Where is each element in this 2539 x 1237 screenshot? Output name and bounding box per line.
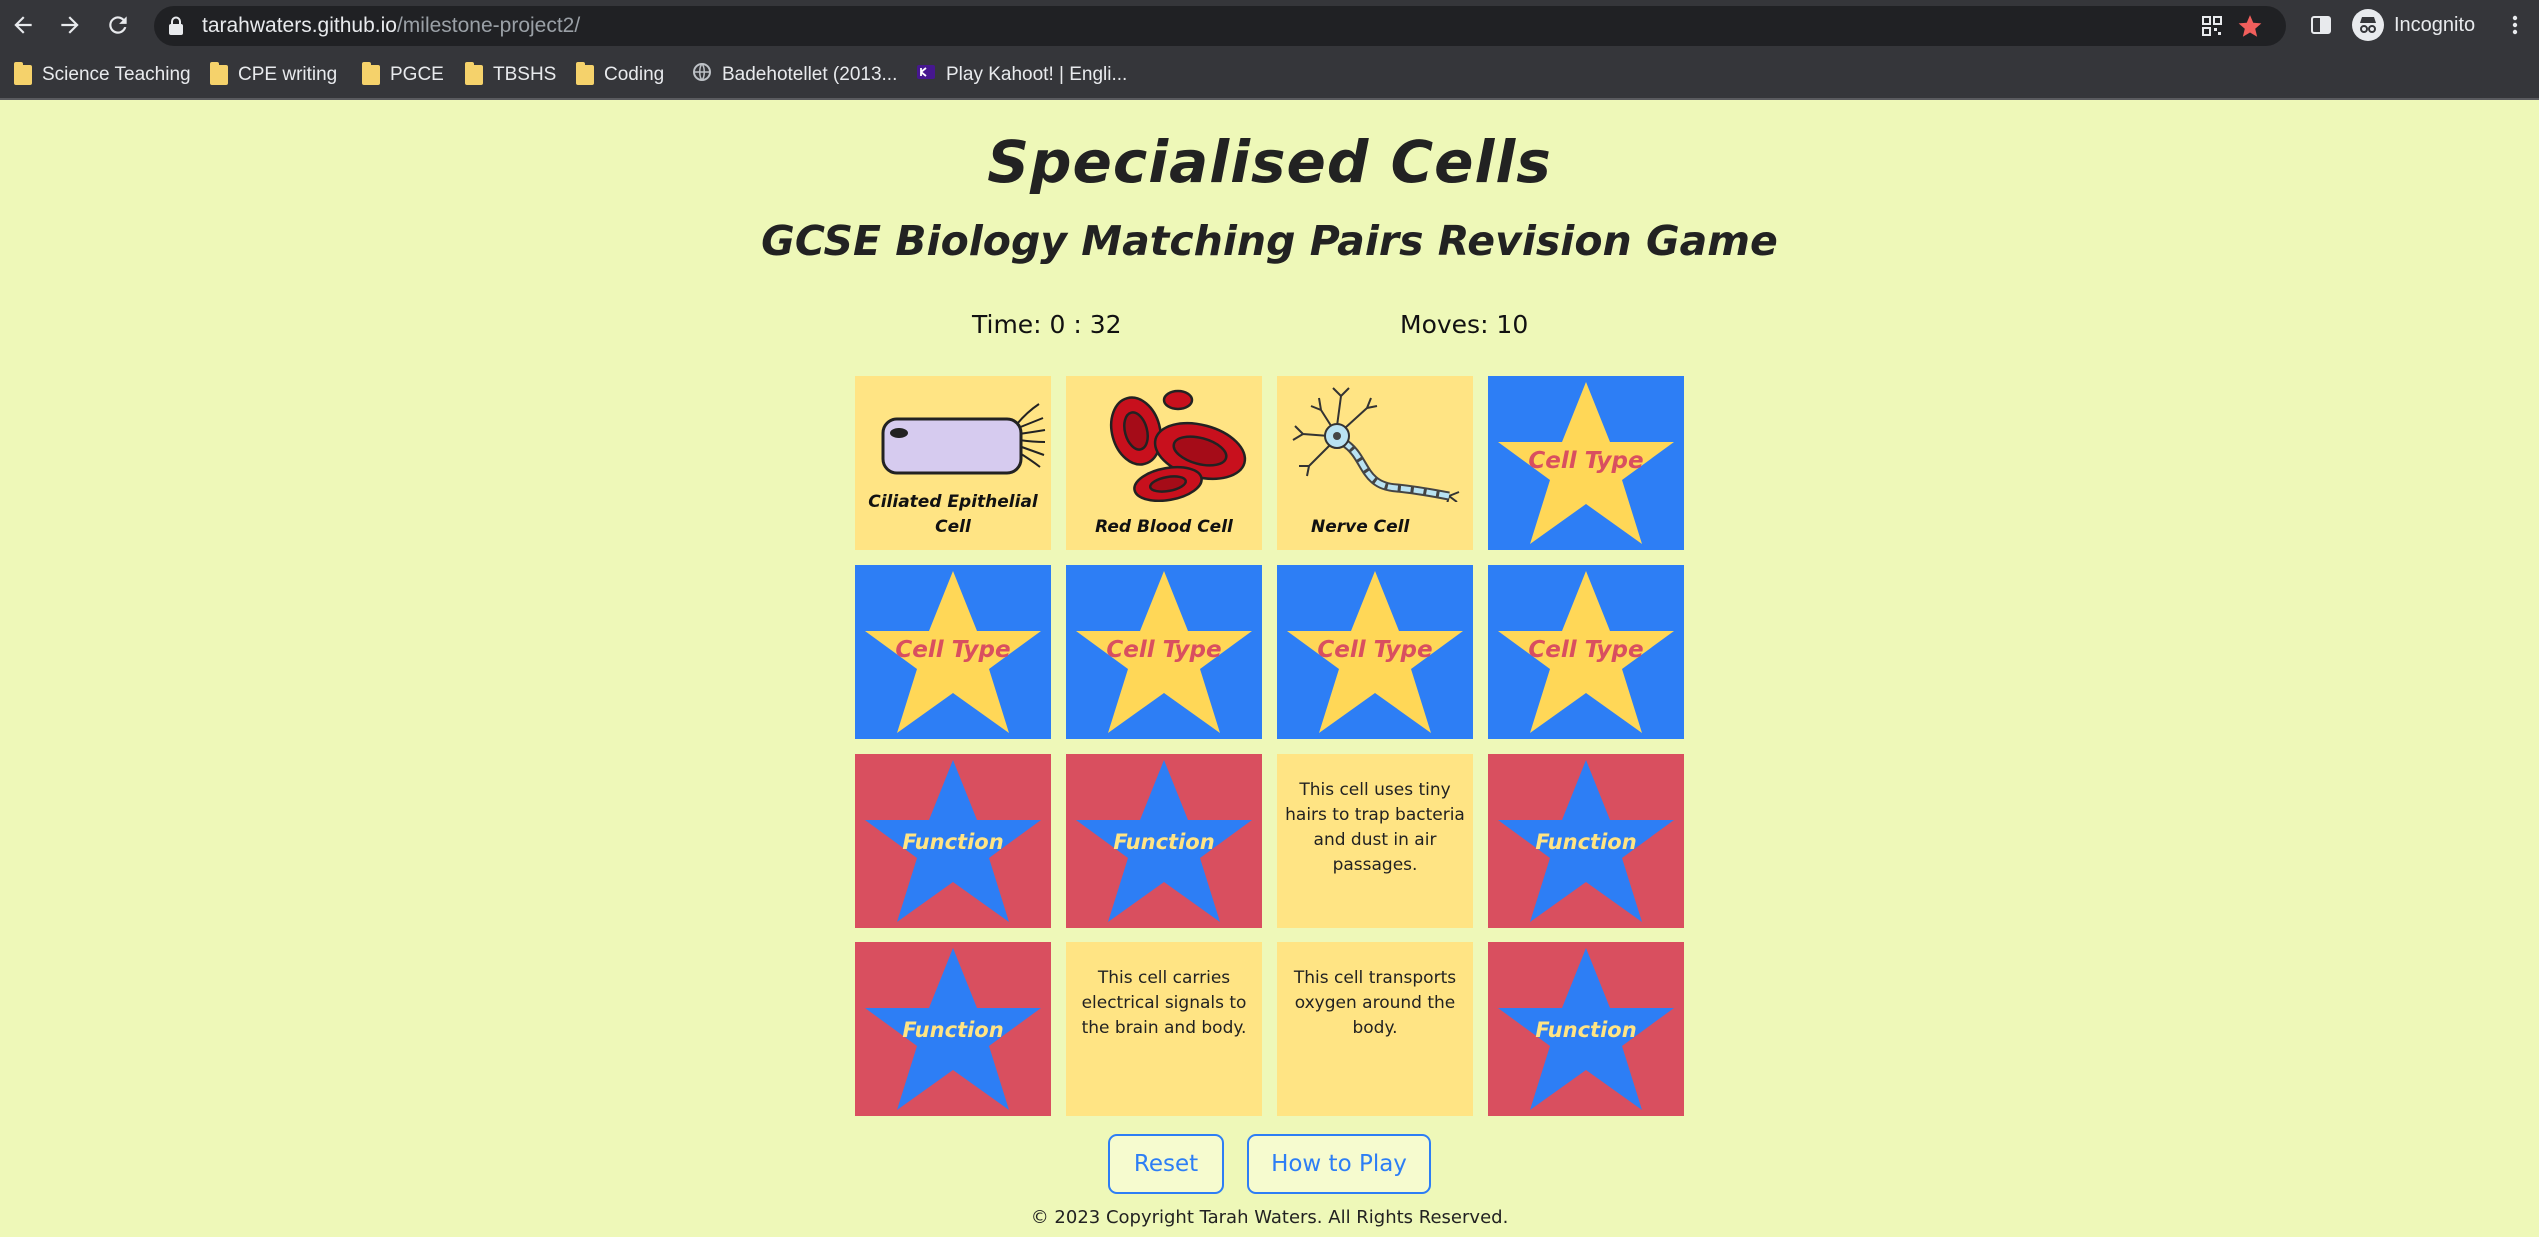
folder-icon xyxy=(465,62,483,85)
folder-icon xyxy=(210,62,228,85)
card-function-back[interactable]: Function xyxy=(1488,942,1684,1116)
bookmark-label: Coding xyxy=(604,64,665,85)
card-back-label: Function xyxy=(902,830,1004,854)
bookmark-label: Badehotellet (2013... xyxy=(722,64,898,85)
card-function-back[interactable]: Function xyxy=(855,942,1051,1116)
card-function-text: This cell carries electrical signals to … xyxy=(1081,968,1247,1038)
bookmark-star-icon[interactable] xyxy=(2236,12,2264,40)
red-blood-cell-illustration xyxy=(1109,389,1247,502)
bookmark-label: Play Kahoot! | Engli... xyxy=(946,64,1128,85)
qr-code-icon[interactable] xyxy=(2198,12,2226,40)
url-path: /milestone-project2/ xyxy=(396,14,581,37)
bookmark-label: CPE writing xyxy=(238,64,338,85)
card-cell-type-back[interactable]: Cell Type xyxy=(1066,565,1262,739)
bookmark-coding[interactable]: Coding xyxy=(576,60,664,90)
card-function-back[interactable]: Function xyxy=(855,754,1051,928)
card-back-label: Cell Type xyxy=(1317,637,1433,663)
folder-icon xyxy=(576,62,594,85)
card-function-ciliated[interactable]: This cell uses tiny hairs to trap bacter… xyxy=(1277,754,1473,928)
card-function-text: This cell uses tiny hairs to trap bacter… xyxy=(1285,780,1465,875)
bookmark-label: TBSHS xyxy=(493,64,557,85)
moves-counter: Moves: 10 xyxy=(1400,310,1529,339)
bookmark-cpe-writing[interactable]: CPE writing xyxy=(210,60,337,90)
profile-label: Incognito xyxy=(2394,13,2476,36)
how-to-play-button[interactable]: How to Play xyxy=(1247,1134,1431,1194)
url-text[interactable]: tarahwaters.github.io/milestone-project2… xyxy=(202,14,580,38)
folder-icon xyxy=(14,62,32,85)
card-cell-type-back[interactable]: Cell Type xyxy=(1277,565,1473,739)
card-function-back[interactable]: Function xyxy=(1488,754,1684,928)
card-back-label: Function xyxy=(1535,830,1637,854)
bookmark-label: PGCE xyxy=(390,64,444,85)
timer-display: Time: 0 : 32 xyxy=(972,310,1122,339)
nerve-cell-illustration xyxy=(1292,387,1460,502)
card-label: Nerve Cell xyxy=(1311,517,1410,537)
game-board: Ciliated Epithelial Cell Red Blood Cell xyxy=(855,376,1685,1116)
card-ciliated-epithelial-cell[interactable]: Ciliated Epithelial Cell xyxy=(855,376,1051,550)
globe-icon xyxy=(692,62,712,88)
bookmark-label: Science Teaching xyxy=(42,64,191,85)
reload-icon[interactable] xyxy=(99,6,137,44)
card-function-back[interactable]: Function xyxy=(1066,754,1262,928)
profile-button[interactable]: Incognito xyxy=(2352,7,2475,43)
card-cell-type-back[interactable]: Cell Type xyxy=(1488,376,1684,550)
card-function-nerve[interactable]: This cell carries electrical signals to … xyxy=(1066,942,1262,1116)
ciliated-cell-illustration xyxy=(881,403,1046,475)
bookmark-kahoot[interactable]: Play Kahoot! | Engli... xyxy=(916,60,1127,90)
card-label: Red Blood Cell xyxy=(1095,517,1233,537)
card-red-blood-cell[interactable]: Red Blood Cell xyxy=(1066,376,1262,550)
card-function-red-blood[interactable]: This cell transports oxygen around the b… xyxy=(1277,942,1473,1116)
back-arrow-icon[interactable] xyxy=(4,6,42,44)
more-menu-icon[interactable] xyxy=(2500,10,2530,40)
browser-toolbar: tarahwaters.github.io/milestone-project2… xyxy=(0,0,2539,50)
card-back-label: Cell Type xyxy=(1528,637,1644,663)
bookmark-tbshs[interactable]: TBSHS xyxy=(465,60,556,90)
incognito-icon xyxy=(2352,9,2384,41)
lock-icon[interactable] xyxy=(168,16,184,40)
bookmark-science-teaching[interactable]: Science Teaching xyxy=(14,60,191,90)
kahoot-icon xyxy=(916,62,936,88)
page-subtitle: GCSE Biology Matching Pairs Revision Gam… xyxy=(761,217,1778,265)
card-back-label: Function xyxy=(1535,1018,1637,1042)
card-back-label: Cell Type xyxy=(1106,637,1222,663)
card-cell-type-back[interactable]: Cell Type xyxy=(1488,565,1684,739)
bookmark-badehotellet[interactable]: Badehotellet (2013... xyxy=(692,60,897,90)
reset-button[interactable]: Reset xyxy=(1108,1134,1224,1194)
side-panel-icon[interactable] xyxy=(2306,10,2336,40)
card-cell-type-back[interactable]: Cell Type xyxy=(855,565,1051,739)
forward-arrow-icon[interactable] xyxy=(51,6,89,44)
card-back-label: Function xyxy=(1113,830,1215,854)
address-bar[interactable]: tarahwaters.github.io/milestone-project2… xyxy=(154,6,2286,46)
bookmark-pgce[interactable]: PGCE xyxy=(362,60,444,90)
card-nerve-cell[interactable]: Nerve Cell xyxy=(1277,376,1473,550)
card-function-text: This cell transports oxygen around the b… xyxy=(1293,968,1457,1038)
bookmarks-bar: Science Teaching CPE writing PGCE TBSHS … xyxy=(0,50,2539,100)
card-back-label: Function xyxy=(902,1018,1004,1042)
card-label: Ciliated Epithelial Cell xyxy=(868,492,1038,537)
copyright-footer: © 2023 Copyright Tarah Waters. All Right… xyxy=(1030,1207,1509,1228)
folder-icon xyxy=(362,62,380,85)
url-host: tarahwaters.github.io xyxy=(202,14,397,37)
card-back-label: Cell Type xyxy=(1528,448,1644,474)
page-title: Specialised Cells xyxy=(987,128,1552,196)
card-back-label: Cell Type xyxy=(895,637,1011,663)
